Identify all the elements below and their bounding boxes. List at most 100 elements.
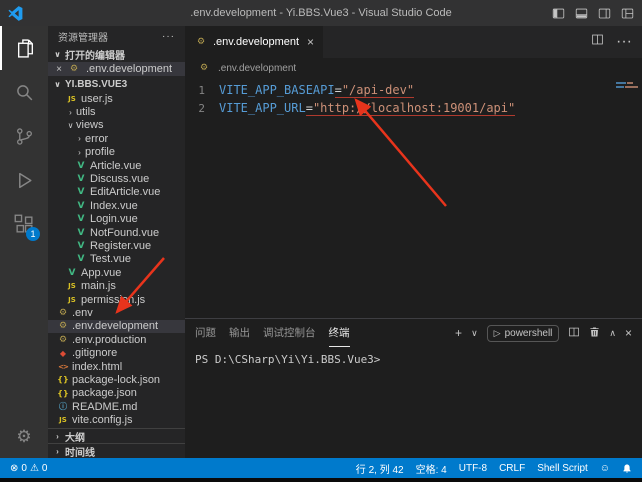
panel-tab[interactable]: 问题 <box>195 319 216 347</box>
tree-item[interactable]: JSpermission.js <box>48 293 185 306</box>
terminal-shell-picker[interactable]: ▷ powershell <box>487 325 560 342</box>
tree-item[interactable]: JSmain.js <box>48 279 185 292</box>
file-name: README.md <box>72 401 137 413</box>
file-name: Test.vue <box>90 253 131 265</box>
tree-item[interactable]: ›error <box>48 132 185 145</box>
kill-terminal-trash-icon[interactable] <box>589 326 600 341</box>
js-file-icon: JS <box>56 416 70 424</box>
close-icon[interactable]: × <box>54 64 64 75</box>
tree-item[interactable]: VApp.vue <box>48 266 185 279</box>
breadcrumb-item[interactable]: .env.development <box>218 63 296 74</box>
minimap[interactable] <box>614 80 640 88</box>
tree-item[interactable]: VEditArticle.vue <box>48 186 185 199</box>
sidebar-more-actions-icon[interactable]: ··· <box>162 31 175 42</box>
terminal-content[interactable]: PS D:\CSharp\Yi\Yi.BBS.Vue3> <box>185 347 642 458</box>
sidebar-section-timeline[interactable]: ›时间线 <box>48 443 185 458</box>
editor-tab[interactable]: ⚙.env.development× <box>185 26 323 58</box>
settings-gear-icon[interactable]: ⚙ <box>0 414 48 458</box>
statusbar-item[interactable]: UTF-8 <box>459 463 487 474</box>
close-panel-icon[interactable]: × <box>625 326 632 340</box>
editor-more-actions-icon[interactable]: ··· <box>616 33 632 51</box>
title-bar: .env.development - Yi.BBS.Vue3 - Visual … <box>0 0 642 26</box>
close-icon[interactable]: × <box>307 35 314 49</box>
code-editor[interactable]: 1VITE_APP_BASEAPI="/api-dev"2VITE_APP_UR… <box>185 78 642 318</box>
split-editor-icon[interactable] <box>591 33 604 51</box>
code-line[interactable]: 1VITE_APP_BASEAPI="/api-dev" <box>185 81 642 99</box>
breadcrumb[interactable]: ⚙ .env.development <box>185 58 642 78</box>
file-name: error <box>85 133 108 145</box>
tree-item[interactable]: VArticle.vue <box>48 159 185 172</box>
chevron-down-icon: ∨ <box>52 80 63 89</box>
sidebar-title: 资源管理器 <box>58 29 108 44</box>
tree-item[interactable]: ⚙.env.development <box>48 320 185 333</box>
tree-item[interactable]: VTest.vue <box>48 253 185 266</box>
statusbar-item[interactable]: Shell Script <box>537 463 588 474</box>
project-section-header[interactable]: ∨ YI.BBS.VUE3 <box>48 76 185 92</box>
code-lines: 1VITE_APP_BASEAPI="/api-dev"2VITE_APP_UR… <box>185 81 642 117</box>
panel-tab[interactable]: 输出 <box>229 319 250 347</box>
customize-layout-icon[interactable] <box>621 7 634 20</box>
tree-item[interactable]: JSvite.config.js <box>48 413 185 426</box>
tree-item[interactable]: ◆.gitignore <box>48 346 185 359</box>
code-text: VITE_APP_URL="http://localhost:19001/api… <box>219 101 515 115</box>
status-bar: ⊗ 0 ⚠ 0 行 2, 列 42 空格: 4 UTF-8 CRLF Shell Scr… <box>0 458 642 478</box>
error-icon: ⊗ <box>10 463 18 474</box>
extensions-icon[interactable]: 1 <box>0 202 48 246</box>
file-name: utils <box>76 106 96 118</box>
file-name: Discuss.vue <box>90 173 149 185</box>
file-name: Register.vue <box>90 240 151 252</box>
bottom-panel: 问题输出调试控制台终端 + ∨ ▷ powershell <box>185 318 642 458</box>
toggle-primary-sidebar-icon[interactable] <box>552 7 565 20</box>
panel-tab[interactable]: 终端 <box>329 319 350 347</box>
notifications-bell-icon[interactable] <box>622 463 632 474</box>
open-editor-item[interactable]: ×⚙.env.development <box>48 62 185 76</box>
new-terminal-icon[interactable]: + <box>455 326 462 340</box>
terminal-dropdown-icon[interactable]: ∨ <box>471 328 478 339</box>
statusbar-item[interactable]: 行 2, 列 42 <box>356 461 404 476</box>
sidebar-section-outline[interactable]: ›大纲 <box>48 428 185 443</box>
toggle-panel-icon[interactable] <box>575 7 588 20</box>
file-name: vite.config.js <box>72 414 133 426</box>
panel-tab[interactable]: 调试控制台 <box>263 319 316 347</box>
tree-item[interactable]: ›profile <box>48 146 185 159</box>
line-number: 2 <box>185 102 219 115</box>
git-file-icon: ◆ <box>56 349 70 358</box>
split-terminal-icon[interactable] <box>568 326 580 341</box>
info-file-icon: ⓘ <box>56 401 70 412</box>
problems-status[interactable]: ⊗ 0 ⚠ 0 <box>10 463 47 474</box>
file-name: EditArticle.vue <box>90 186 160 198</box>
vue-file-icon: V <box>74 201 88 211</box>
feedback-smiley-icon[interactable]: ☺ <box>600 463 610 474</box>
tree-item[interactable]: VIndex.vue <box>48 199 185 212</box>
vue-file-icon: V <box>74 228 88 238</box>
tree-item[interactable]: ›utils <box>48 105 185 118</box>
tree-item[interactable]: <>index.html <box>48 360 185 373</box>
statusbar-item[interactable]: CRLF <box>499 463 525 474</box>
tree-item[interactable]: ⚙.env <box>48 306 185 319</box>
tree-item[interactable]: {}package.json <box>48 387 185 400</box>
explorer-icon[interactable] <box>0 26 48 70</box>
open-editors-header[interactable]: ∨ 打开的编辑器 <box>48 46 185 62</box>
tree-item[interactable]: ⚙.env.production <box>48 333 185 346</box>
warning-count: 0 <box>42 463 48 474</box>
tree-item[interactable]: JSuser.js <box>48 92 185 105</box>
search-icon[interactable] <box>0 70 48 114</box>
tree-item[interactable]: VDiscuss.vue <box>48 172 185 185</box>
file-name: App.vue <box>81 267 121 279</box>
run-debug-icon[interactable] <box>0 158 48 202</box>
tree-item[interactable]: VLogin.vue <box>48 213 185 226</box>
toggle-secondary-sidebar-icon[interactable] <box>598 7 611 20</box>
tree-item[interactable]: ∨views <box>48 119 185 132</box>
maximize-panel-icon[interactable]: ∧ <box>609 328 616 339</box>
file-name: index.html <box>72 361 122 373</box>
section-label: 大纲 <box>65 429 85 444</box>
project-name-label: YI.BBS.VUE3 <box>65 79 127 90</box>
tree-item[interactable]: ⓘREADME.md <box>48 400 185 413</box>
code-line[interactable]: 2VITE_APP_URL="http://localhost:19001/ap… <box>185 99 642 117</box>
tree-item[interactable]: VRegister.vue <box>48 239 185 252</box>
tree-item[interactable]: VNotFound.vue <box>48 226 185 239</box>
source-control-icon[interactable] <box>0 114 48 158</box>
tree-item[interactable]: {}package-lock.json <box>48 373 185 386</box>
statusbar-item[interactable]: 空格: 4 <box>416 461 447 476</box>
vue-file-icon: V <box>74 161 88 171</box>
